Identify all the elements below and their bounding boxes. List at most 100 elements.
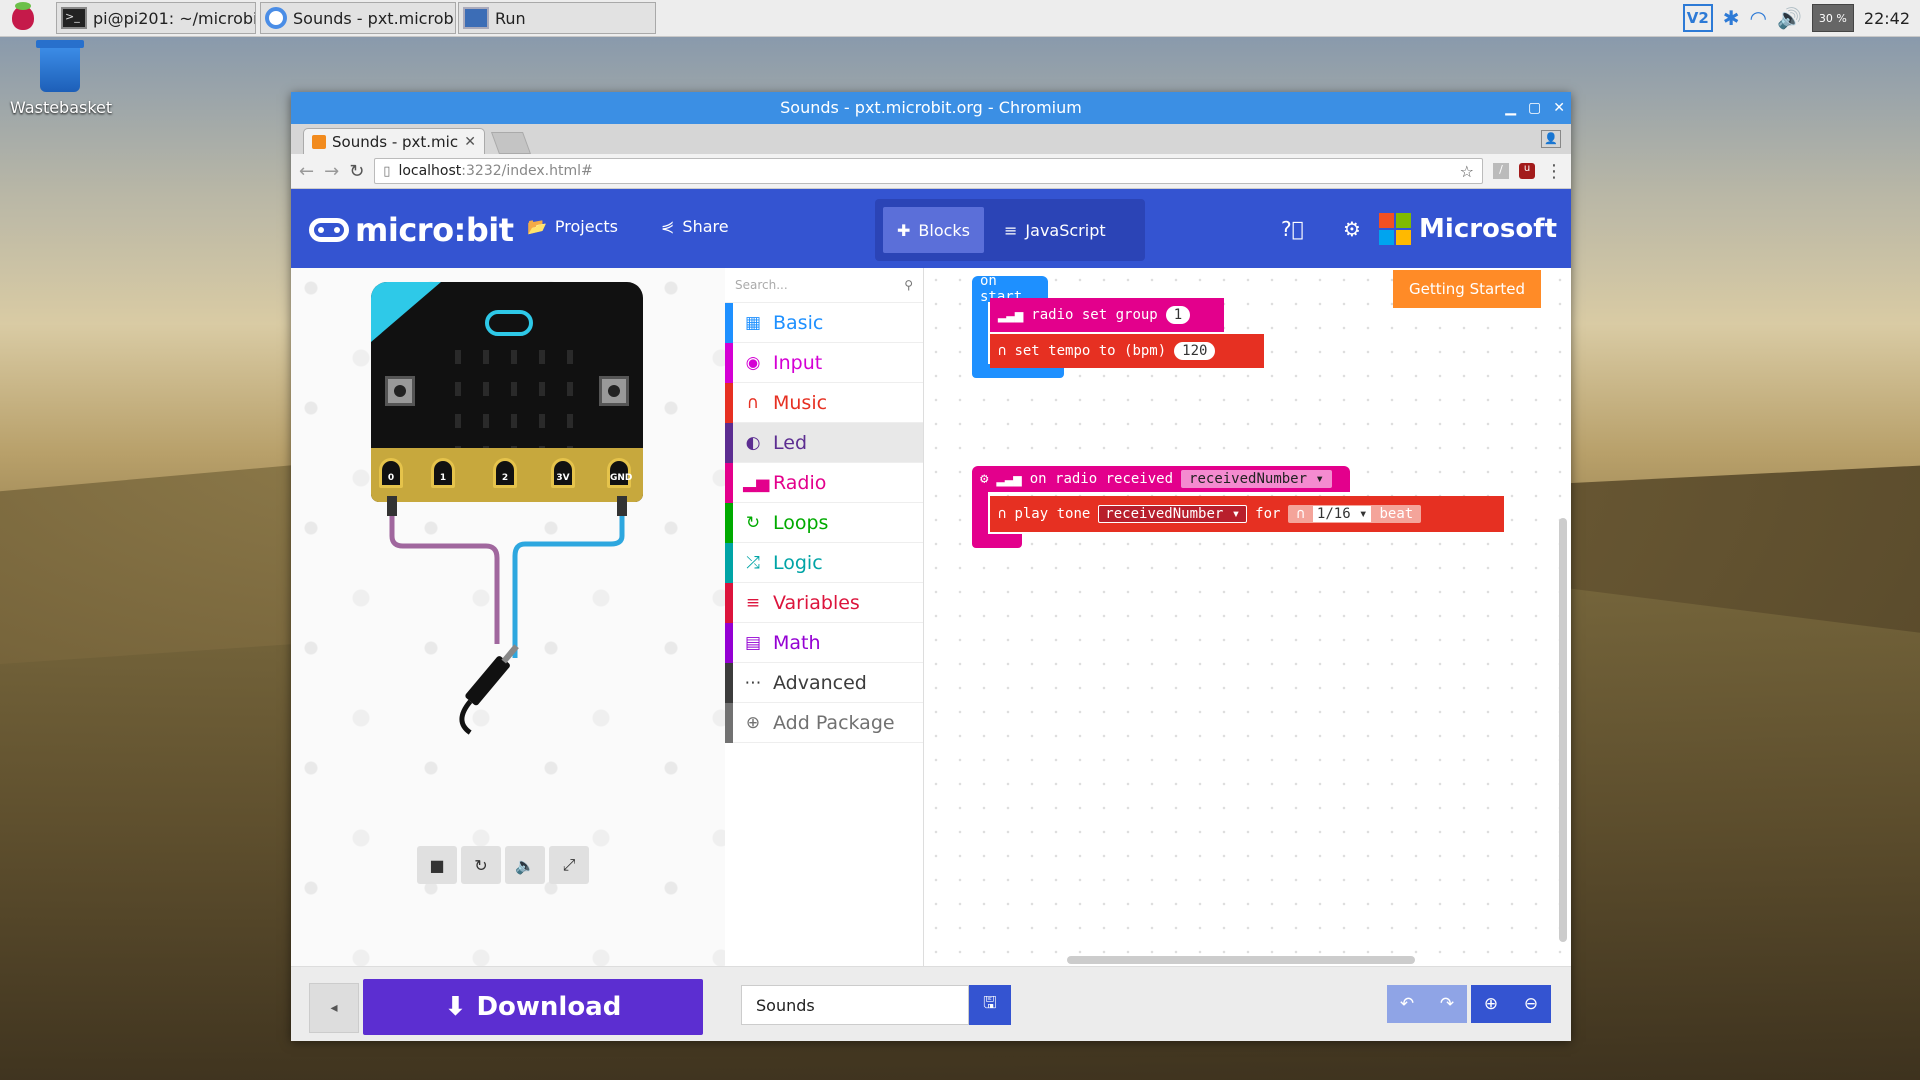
horizontal-scrollbar[interactable] <box>1067 956 1415 964</box>
project-name-input[interactable]: Sounds <box>741 985 969 1025</box>
category-icon: ▤ <box>744 632 762 653</box>
toolbox-category-basic[interactable]: ▦ Basic <box>725 303 923 343</box>
projects-button[interactable]: 📂 Projects <box>527 217 618 236</box>
for-label: for <box>1255 506 1281 522</box>
tone-variable-dropdown[interactable]: receivedNumber ▾ <box>1098 505 1248 523</box>
toolbox-category-music[interactable]: ∩ Music <box>725 383 923 423</box>
help-icon[interactable]: ?⃝ <box>1281 217 1304 241</box>
share-button[interactable]: ⋞ Share <box>661 217 729 236</box>
toolbox-category-loops[interactable]: ↻ Loops <box>725 503 923 543</box>
group-input[interactable]: 1 <box>1165 306 1191 324</box>
category-label: Radio <box>773 471 827 494</box>
clock[interactable]: 22:42 <box>1864 9 1910 28</box>
taskbar-run-button[interactable]: Run <box>458 2 656 34</box>
download-button[interactable]: ⬇ Download <box>363 979 703 1035</box>
workspace-tools: ↶ ↷ ⊕ ⊖ <box>1387 985 1551 1023</box>
save-icon[interactable]: 🖫 <box>969 985 1011 1025</box>
microsoft-label: Microsoft <box>1419 214 1557 244</box>
raspberry-menu-button[interactable] <box>6 2 40 32</box>
wastebasket-desktop-icon[interactable]: Wastebasket <box>10 40 112 117</box>
toolbox-category-radio[interactable]: ▂▅ Radio <box>725 463 923 503</box>
page-info-icon[interactable]: ▯ <box>383 164 390 179</box>
toolbox-category-math[interactable]: ▤ Math <box>725 623 923 663</box>
beat-block[interactable]: ∩ 1/16 ▾ beat <box>1288 505 1422 523</box>
stop-icon[interactable]: ■ <box>417 846 457 884</box>
extension-icon[interactable]: / <box>1493 163 1509 179</box>
vertical-scrollbar[interactable] <box>1559 518 1567 942</box>
category-icon: ↻ <box>745 512 761 533</box>
on-radio-received-block[interactable]: ⚙ ▂▃▅ on radio received receivedNumber ▾ <box>972 466 1350 492</box>
category-label: Music <box>773 391 828 414</box>
vnc-icon[interactable]: V2 <box>1682 4 1713 32</box>
search-input[interactable]: Search... <box>735 278 788 292</box>
editor-mode-toggle: ✚ Blocks ≡ JavaScript <box>875 199 1145 261</box>
received-variable-dropdown[interactable]: receivedNumber ▾ <box>1181 470 1332 488</box>
back-icon[interactable]: ← <box>299 161 314 182</box>
volume-icon[interactable]: 🔊 <box>1777 6 1802 30</box>
beat-dropdown[interactable]: 1/16 ▾ <box>1312 506 1372 522</box>
category-icon: ∩ <box>746 392 760 413</box>
toolbox-category-advanced[interactable]: ⋯ Advanced <box>725 663 923 703</box>
menu-kebab-icon[interactable]: ⋮ <box>1545 161 1563 182</box>
radio-set-group-block[interactable]: ▂▃▅ radio set group 1 <box>990 298 1224 332</box>
profile-icon[interactable]: 👤 <box>1541 130 1561 148</box>
bookmark-star-icon[interactable]: ☆ <box>1460 162 1474 181</box>
blocks-label: Blocks <box>918 220 971 240</box>
zoom-in-icon[interactable]: ⊕ <box>1471 985 1511 1023</box>
taskbar-chromium-button[interactable]: Sounds - pxt.microbi... <box>260 2 456 34</box>
getting-started-button[interactable]: Getting Started <box>1393 270 1541 308</box>
category-label: Input <box>773 351 823 374</box>
set-tempo-block[interactable]: ∩ set tempo to (bpm) 120 <box>990 334 1264 368</box>
microsoft-logo[interactable]: Microsoft <box>1379 213 1557 245</box>
chromium-window: Sounds - pxt.microbit.org - Chromium ▁ ▢… <box>291 92 1571 1041</box>
category-label: Led <box>773 431 808 454</box>
blocks-workspace[interactable]: Getting Started on start ▂▃▅ radio set g… <box>924 268 1571 966</box>
toolbox-search[interactable]: Search... ⚲ <box>725 268 923 303</box>
undo-icon[interactable]: ↶ <box>1387 985 1427 1023</box>
toolbox-category-input[interactable]: ◉ Input <box>725 343 923 383</box>
fullscreen-icon[interactable]: ⤢ <box>549 846 589 884</box>
redo-icon[interactable]: ↷ <box>1427 985 1467 1023</box>
toolbox-category-led[interactable]: ◐ Led <box>725 423 923 463</box>
toolbox-category-logic[interactable]: ⤮ Logic <box>725 543 923 583</box>
forward-icon[interactable]: → <box>324 161 339 182</box>
headphones-icon: ∩ <box>998 343 1007 359</box>
play-tone-block[interactable]: ∩ play tone receivedNumber ▾ for ∩ 1/16 … <box>990 496 1504 532</box>
browser-tab[interactable]: Sounds - pxt.micro ✕ <box>303 128 485 154</box>
restart-icon[interactable]: ↻ <box>461 846 501 884</box>
maximize-icon[interactable]: ▢ <box>1528 92 1541 124</box>
puzzle-icon: ✚ <box>897 220 911 240</box>
taskbar-chromium-label: Sounds - pxt.microbi... <box>293 8 456 28</box>
share-icon: ⋞ <box>661 217 675 236</box>
zoom-out-icon[interactable]: ⊖ <box>1511 985 1551 1023</box>
minimize-icon[interactable]: ▁ <box>1505 92 1516 124</box>
settings-gear-icon[interactable]: ⚙ <box>1343 217 1361 241</box>
mute-icon[interactable]: 🔈 <box>505 846 545 884</box>
bluetooth-icon[interactable]: ✱ <box>1723 6 1740 30</box>
new-tab-button[interactable] <box>490 132 532 154</box>
collapse-simulator-icon[interactable]: ◂ <box>309 983 359 1033</box>
search-icon: ⚲ <box>904 278 913 292</box>
javascript-tab[interactable]: ≡ JavaScript <box>990 207 1120 253</box>
ublock-icon[interactable]: u <box>1519 163 1535 179</box>
toolbox-category-variables[interactable]: ≡ Variables <box>725 583 923 623</box>
taskbar-terminal-button[interactable]: >_ pi@pi201: ~/microbit <box>56 2 256 34</box>
reload-icon[interactable]: ↻ <box>349 161 364 182</box>
category-label: Math <box>773 631 821 654</box>
window-titlebar[interactable]: Sounds - pxt.microbit.org - Chromium ▁ ▢… <box>291 92 1571 124</box>
address-bar[interactable]: ▯ localhost:3232/index.html# ☆ <box>374 158 1483 184</box>
microbit-logo[interactable]: micro:bit <box>309 211 514 249</box>
taskbar-terminal-label: pi@pi201: ~/microbit <box>93 8 256 28</box>
close-icon[interactable]: ✕ <box>1553 92 1565 124</box>
blocks-tab[interactable]: ✚ Blocks <box>883 207 985 253</box>
run-icon <box>463 7 489 29</box>
share-label: Share <box>682 217 729 236</box>
tab-title: Sounds - pxt.micro <box>332 132 459 151</box>
tempo-input[interactable]: 120 <box>1174 342 1216 360</box>
wifi-icon[interactable]: ◠ <box>1750 6 1767 30</box>
toolbox-category-add-package[interactable]: ⊕ Add Package <box>725 703 923 743</box>
on-start-body <box>972 302 988 370</box>
gear-icon[interactable]: ⚙ <box>980 471 988 487</box>
tab-close-icon[interactable]: ✕ <box>464 134 476 150</box>
radio-signal-icon: ▂▃▅ <box>998 307 1024 323</box>
